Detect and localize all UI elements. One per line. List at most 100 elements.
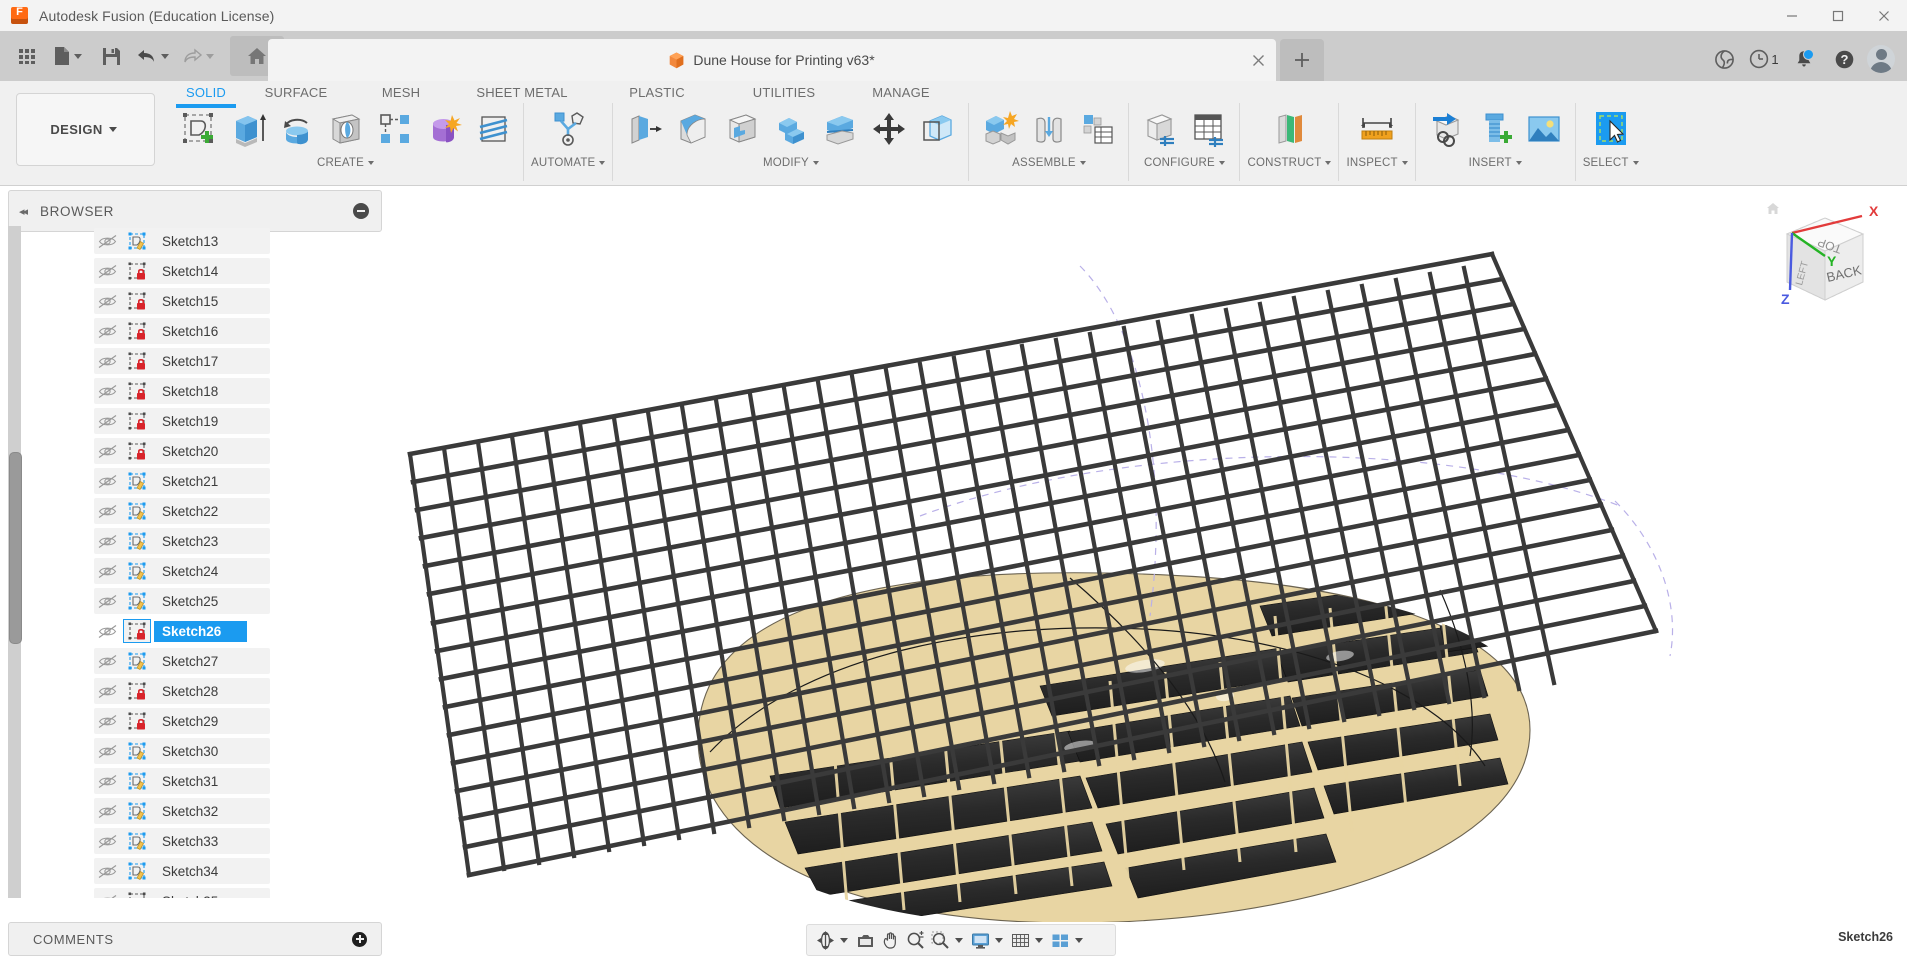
visibility-eye-icon[interactable]: [94, 470, 120, 492]
revolve-icon[interactable]: [273, 104, 320, 154]
visibility-eye-icon[interactable]: [94, 560, 120, 582]
select-icon[interactable]: [1587, 104, 1634, 154]
redo-icon[interactable]: [177, 36, 222, 76]
redo-caret-icon[interactable]: [206, 53, 214, 59]
new-file-caret-icon[interactable]: [73, 53, 82, 59]
visibility-eye-icon[interactable]: [94, 590, 120, 612]
grid-snap-icon[interactable]: [1008, 927, 1033, 953]
browser-scrollbar[interactable]: [8, 226, 22, 898]
browser-item-sketch27[interactable]: Sketch27: [26, 646, 356, 676]
maximize-icon[interactable]: [1815, 0, 1861, 31]
move-copy-icon[interactable]: [865, 104, 912, 154]
insert-derive-icon[interactable]: [1423, 104, 1470, 154]
browser-item-sketch31[interactable]: Sketch31: [26, 766, 356, 796]
view-cube[interactable]: X Y Z TOP BACK LEFT: [1759, 194, 1889, 322]
3d-viewport[interactable]: X Y Z TOP BACK LEFT: [380, 186, 1907, 922]
visibility-eye-icon[interactable]: [94, 500, 120, 522]
zoom-window-caret-icon[interactable]: [955, 937, 963, 943]
help-icon[interactable]: ?: [1824, 40, 1864, 78]
browser-item-sketch15[interactable]: Sketch15: [26, 286, 356, 316]
browser-item-sketch25[interactable]: Sketch25: [26, 586, 356, 616]
bill-of-materials-icon[interactable]: [1074, 104, 1121, 154]
browser-scrollbar-thumb[interactable]: [9, 452, 22, 644]
press-pull-icon[interactable]: [620, 104, 667, 154]
browser-item-sketch23[interactable]: Sketch23: [26, 526, 356, 556]
grid-snap-caret-icon[interactable]: [1035, 937, 1043, 943]
offset-plane-icon[interactable]: [1266, 104, 1313, 154]
visibility-eye-icon[interactable]: [94, 740, 120, 762]
browser-collapse-icon[interactable]: ◂◂: [19, 205, 28, 218]
tab-manage[interactable]: MANAGE: [846, 81, 956, 104]
align-icon[interactable]: [914, 104, 961, 154]
visibility-eye-icon[interactable]: [94, 860, 120, 882]
visibility-eye-icon[interactable]: [94, 680, 120, 702]
app-grid-icon[interactable]: [6, 36, 48, 76]
browser-item-sketch16[interactable]: Sketch16: [26, 316, 356, 346]
visibility-eye-icon[interactable]: [94, 890, 120, 898]
browser-item-sketch33[interactable]: Sketch33: [26, 826, 356, 856]
tab-sheet-metal[interactable]: SHEET METAL: [452, 81, 592, 104]
visibility-eye-icon[interactable]: [94, 380, 120, 402]
minimize-icon[interactable]: [1769, 0, 1815, 31]
pattern-icon[interactable]: [371, 104, 418, 154]
panel-insert-label[interactable]: INSERT: [1469, 157, 1522, 169]
job-status-clock-icon[interactable]: 1: [1744, 40, 1784, 78]
add-comment-icon[interactable]: [352, 931, 367, 947]
visibility-eye-icon[interactable]: [94, 620, 120, 642]
browser-item-sketch28[interactable]: Sketch28: [26, 676, 356, 706]
insert-mcmaster-icon[interactable]: [1472, 104, 1519, 154]
tab-surface[interactable]: SURFACE: [242, 81, 350, 104]
configuration-table-icon[interactable]: [1185, 104, 1232, 154]
visibility-eye-icon[interactable]: [94, 260, 120, 282]
orbit-icon[interactable]: [813, 927, 838, 953]
new-file-icon[interactable]: [48, 36, 90, 76]
tab-plastic[interactable]: PLASTIC: [592, 81, 722, 104]
new-component-icon[interactable]: [976, 104, 1023, 154]
close-icon[interactable]: [1861, 0, 1907, 31]
browser-item-sketch22[interactable]: Sketch22: [26, 496, 356, 526]
visibility-eye-icon[interactable]: [94, 290, 120, 312]
visibility-eye-icon[interactable]: [94, 650, 120, 672]
browser-item-sketch14[interactable]: Sketch14: [26, 256, 356, 286]
visibility-eye-icon[interactable]: [94, 230, 120, 252]
browser-item-sketch18[interactable]: Sketch18: [26, 376, 356, 406]
workspace-selector[interactable]: DESIGN: [16, 93, 155, 166]
create-sketch-icon[interactable]: [175, 104, 222, 154]
visibility-eye-icon[interactable]: [94, 770, 120, 792]
shell-icon[interactable]: [718, 104, 765, 154]
joint-icon[interactable]: [1025, 104, 1072, 154]
browser-item-sketch30[interactable]: Sketch30: [26, 736, 356, 766]
undo-caret-icon[interactable]: [161, 53, 169, 59]
browser-item-sketch19[interactable]: Sketch19: [26, 406, 356, 436]
browser-item-sketch35[interactable]: Sketch35: [26, 886, 356, 898]
panel-inspect-label[interactable]: INSPECT: [1346, 157, 1408, 169]
pan-icon[interactable]: [878, 927, 903, 953]
zoom-window-icon[interactable]: [928, 927, 953, 953]
browser-minimize-icon[interactable]: [353, 203, 369, 219]
extrude-icon[interactable]: [224, 104, 271, 154]
measure-icon[interactable]: [1354, 104, 1401, 154]
tab-close-icon[interactable]: [1250, 52, 1266, 68]
display-settings-icon[interactable]: [968, 927, 993, 953]
browser-item-sketch34[interactable]: Sketch34: [26, 856, 356, 886]
browser-item-sketch29[interactable]: Sketch29: [26, 706, 356, 736]
orbit-caret-icon[interactable]: [840, 937, 848, 943]
tab-solid[interactable]: SOLID: [170, 81, 242, 108]
rib-icon[interactable]: [469, 104, 516, 154]
undo-icon[interactable]: [132, 36, 177, 76]
document-tab[interactable]: Dune House for Printing v63*: [268, 39, 1276, 81]
new-tab-icon[interactable]: [1280, 39, 1324, 81]
browser-item-sketch17[interactable]: Sketch17: [26, 346, 356, 376]
panel-create-label[interactable]: CREATE: [317, 157, 374, 169]
form-icon[interactable]: [420, 104, 467, 154]
tab-utilities[interactable]: UTILITIES: [722, 81, 846, 104]
visibility-eye-icon[interactable]: [94, 410, 120, 432]
viewports-caret-icon[interactable]: [1075, 937, 1083, 943]
panel-construct-label[interactable]: CONSTRUCT: [1247, 157, 1332, 169]
look-at-icon[interactable]: [853, 927, 878, 953]
visibility-eye-icon[interactable]: [94, 800, 120, 822]
fillet-icon[interactable]: [669, 104, 716, 154]
viewports-icon[interactable]: [1048, 927, 1073, 953]
hole-icon[interactable]: [322, 104, 369, 154]
panel-automate-label[interactable]: AUTOMATE: [531, 157, 606, 169]
